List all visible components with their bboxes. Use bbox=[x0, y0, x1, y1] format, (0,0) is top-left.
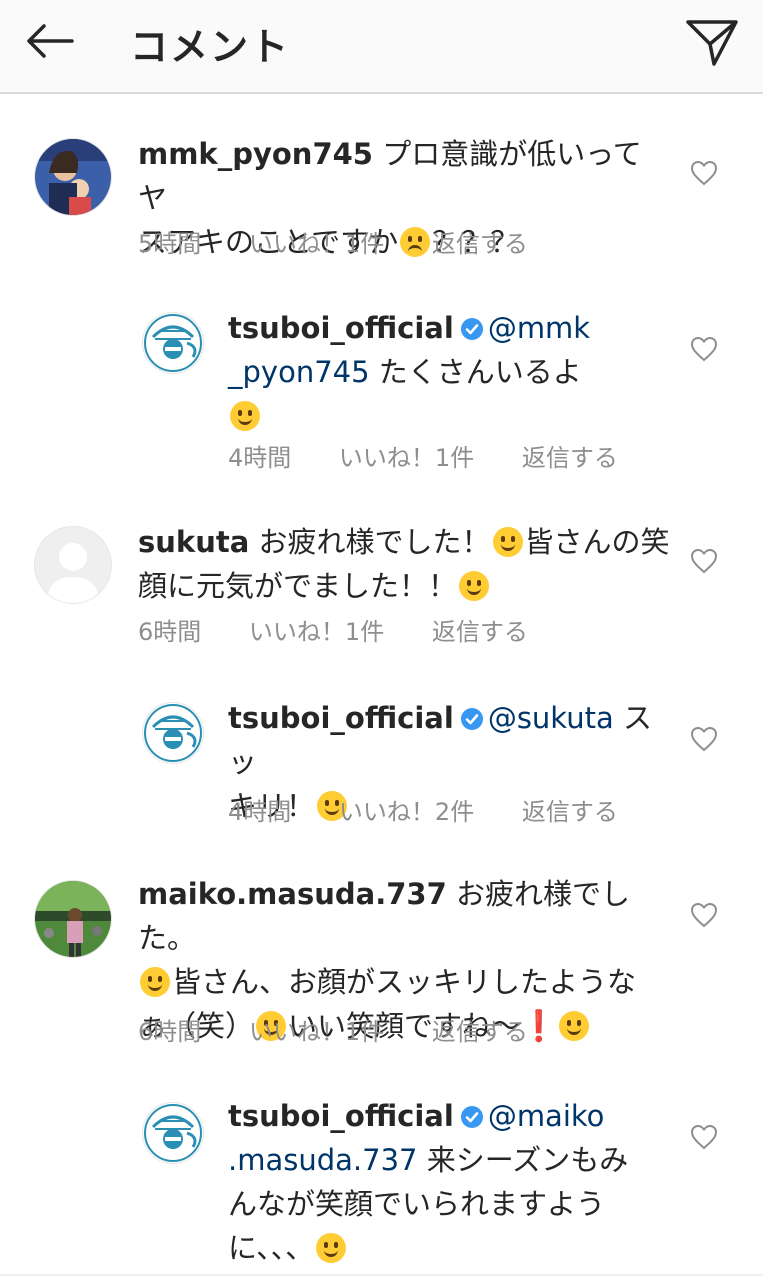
username[interactable]: maiko.masuda.737 bbox=[138, 877, 447, 911]
like-count[interactable]: いいね！2件 bbox=[339, 798, 474, 826]
mention-link[interactable]: .masuda.737 bbox=[228, 1143, 417, 1177]
profile-logo-icon bbox=[144, 1104, 202, 1162]
comment-body: んなが笑顔でいられますよう bbox=[228, 1187, 606, 1221]
reply-button[interactable]: 返信する bbox=[432, 618, 528, 646]
reply-button[interactable]: 返信する bbox=[522, 444, 618, 472]
verified-badge-icon bbox=[460, 1106, 483, 1128]
like-count[interactable]: いいね！1件 bbox=[249, 230, 384, 258]
bottom-divider bbox=[0, 1274, 763, 1276]
back-button[interactable] bbox=[20, 16, 80, 66]
heart-icon[interactable] bbox=[690, 336, 718, 362]
heart-icon[interactable] bbox=[690, 160, 718, 186]
avatar[interactable] bbox=[142, 1102, 204, 1164]
timestamp: 4時間 bbox=[228, 444, 292, 472]
heart-icon[interactable] bbox=[690, 902, 718, 928]
reply-button[interactable]: 返信する bbox=[432, 230, 528, 258]
avatar[interactable] bbox=[142, 702, 204, 764]
comment-body: たくさんいるよ bbox=[378, 355, 582, 389]
mention-link[interactable]: @mmk bbox=[488, 311, 590, 345]
username[interactable]: tsuboi_official bbox=[228, 311, 454, 345]
hugging-face-emoji-icon bbox=[316, 1233, 347, 1263]
reply-item: tsuboi_official @mmk _pyon745 たくさんいるよ 4時間… bbox=[0, 300, 763, 480]
profile-photo-icon bbox=[35, 139, 111, 215]
mention-link[interactable]: @sukuta bbox=[488, 701, 614, 735]
comment-body: お疲れ様でした！ bbox=[258, 525, 491, 559]
reply-item: tsuboi_official @sukuta スッ キリ！ 4時間 いいね！2件… bbox=[0, 690, 763, 830]
like-count[interactable]: いいね！1件 bbox=[249, 618, 384, 646]
app-header: コメント bbox=[0, 0, 763, 94]
comment-body: 皆さんの笑 bbox=[524, 525, 670, 559]
send-button[interactable] bbox=[684, 14, 740, 70]
heart-icon[interactable] bbox=[690, 1124, 718, 1150]
comment-meta: 4時間 いいね！2件 返信する bbox=[228, 792, 658, 827]
comment-body: 顔に元気がでました！！ bbox=[138, 569, 458, 603]
grinning-face-emoji-icon bbox=[492, 527, 523, 557]
comment-body: 皆さん、お顔がスッキリしたような bbox=[172, 965, 637, 999]
comment-meta: 5時間 いいね！1件 返信する bbox=[138, 224, 568, 259]
username[interactable]: tsuboi_official bbox=[228, 701, 454, 735]
smiling-face-emoji-icon bbox=[140, 967, 170, 997]
comment-item: mmk_pyon745 プロ意識が低いってヤ スアキのことですか？？？ 5時間 … bbox=[0, 120, 763, 260]
comment-meta: 6時間 いいね！1件 返信する bbox=[138, 612, 568, 647]
reply-button[interactable]: 返信する bbox=[522, 798, 618, 826]
username[interactable]: sukuta bbox=[138, 525, 249, 559]
like-count[interactable]: いいね！1件 bbox=[249, 1018, 384, 1046]
comment-body: 来シーズンもみ bbox=[426, 1143, 629, 1177]
comment-meta: 6時間 いいね！1件 返信する bbox=[138, 1012, 568, 1047]
avatar[interactable] bbox=[142, 312, 204, 374]
default-avatar-icon bbox=[35, 527, 111, 603]
timestamp: 6時間 bbox=[138, 618, 202, 646]
squinting-tongue-emoji-icon bbox=[230, 401, 260, 431]
mention-link[interactable]: @maiko bbox=[488, 1099, 605, 1133]
comment-meta: 4時間 いいね！1件 返信する bbox=[228, 438, 658, 473]
username[interactable]: mmk_pyon745 bbox=[138, 137, 373, 171]
heart-icon[interactable] bbox=[690, 548, 718, 574]
paper-plane-icon bbox=[686, 20, 738, 66]
reply-item: tsuboi_official @maiko .masuda.737 来シーズンも… bbox=[0, 1090, 763, 1270]
profile-logo-icon bbox=[144, 314, 202, 372]
arrow-left-icon bbox=[27, 24, 74, 58]
like-count[interactable]: いいね！1件 bbox=[339, 444, 474, 472]
verified-badge-icon bbox=[460, 708, 483, 730]
comment-body: に、、、 bbox=[228, 1231, 315, 1265]
reply-button[interactable]: 返信する bbox=[432, 1018, 528, 1046]
page-title: コメント bbox=[130, 25, 291, 69]
avatar[interactable] bbox=[34, 526, 112, 604]
mention-link[interactable]: _pyon745 bbox=[228, 355, 370, 389]
avatar[interactable] bbox=[34, 880, 112, 958]
comment-text: sukuta お疲れ様でした！ 皆さんの笑 顔に元気がでました！！ bbox=[138, 520, 678, 608]
comment-item: sukuta お疲れ様でした！ 皆さんの笑 顔に元気がでました！！ 6時間 いいね… bbox=[0, 510, 763, 650]
grinning-face-emoji-icon bbox=[459, 571, 490, 601]
profile-photo-icon bbox=[35, 881, 111, 957]
comment-item: maiko.masuda.737 お疲れ様でした。 皆さん、お顔がスッキリしたよ… bbox=[0, 862, 763, 1052]
profile-logo-icon bbox=[144, 704, 202, 762]
comment-text: tsuboi_official @mmk _pyon745 たくさんいるよ bbox=[228, 306, 668, 438]
avatar[interactable] bbox=[34, 138, 112, 216]
heart-icon[interactable] bbox=[690, 726, 718, 752]
timestamp: 6時間 bbox=[138, 1018, 202, 1046]
verified-badge-icon bbox=[460, 318, 483, 340]
username[interactable]: tsuboi_official bbox=[228, 1099, 454, 1133]
timestamp: 5時間 bbox=[138, 230, 202, 258]
comment-text: tsuboi_official @maiko .masuda.737 来シーズンも… bbox=[228, 1094, 668, 1270]
timestamp: 4時間 bbox=[228, 798, 292, 826]
